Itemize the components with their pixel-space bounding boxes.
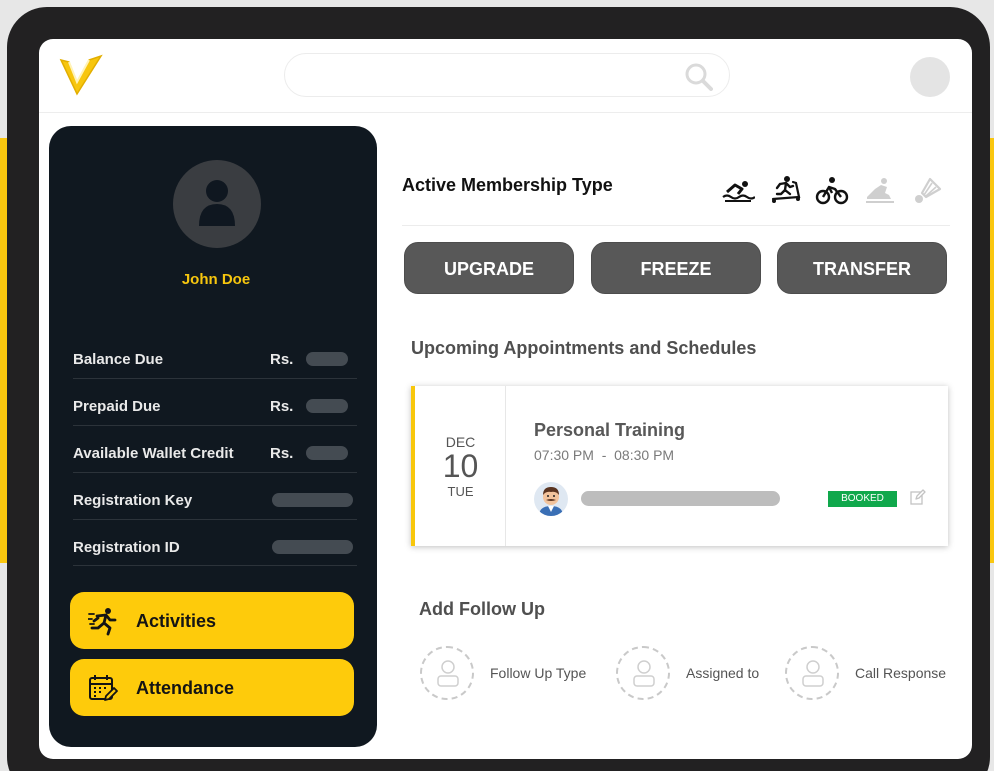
value-placeholder: [306, 352, 348, 366]
appointments-title: Upcoming Appointments and Schedules: [411, 338, 757, 358]
membership-title: Active Membership Type: [402, 175, 613, 195]
value-placeholder: [272, 493, 353, 507]
search-icon[interactable]: [685, 63, 713, 91]
balance-due-row: Balance Due Rs.: [73, 332, 357, 379]
value-placeholder: [306, 446, 348, 460]
tablet-frame: John Doe Balance Due Rs. Prepaid Due Rs.…: [7, 7, 990, 771]
value-placeholder: [306, 399, 348, 413]
swimming-icon[interactable]: [721, 175, 755, 205]
trainer-face-icon: [539, 487, 563, 516]
attendance-label: Attendance: [136, 678, 235, 698]
status-badge: BOOKED: [828, 491, 897, 507]
user-avatar[interactable]: [910, 57, 950, 97]
edit-icon[interactable]: [910, 489, 926, 505]
trainer-name-placeholder: [581, 491, 780, 506]
calendar-edit-icon: [89, 675, 118, 701]
treadmill-icon[interactable]: [769, 175, 803, 205]
appointment-date: DEC 10 TUE: [415, 386, 506, 546]
prepaid-due-row: Prepaid Due Rs.: [73, 379, 357, 426]
brand-logo[interactable]: [59, 52, 103, 98]
date-day: 10: [442, 448, 479, 484]
row-label: Available Wallet Credit: [73, 445, 234, 462]
call-response-label: Call Response: [855, 665, 947, 681]
currency-label: Rs.: [270, 398, 294, 415]
transfer-button[interactable]: TRANSFER: [777, 242, 947, 294]
person-icon: [437, 660, 459, 687]
trainer-avatar[interactable]: [534, 482, 568, 516]
skating-icon[interactable]: [863, 175, 897, 205]
followup-type-label: Follow Up Type: [490, 665, 587, 681]
currency-label: Rs.: [270, 445, 294, 462]
followup-type-avatar: [420, 646, 474, 700]
registration-key-row: Registration Key: [73, 473, 357, 520]
attendance-button[interactable]: Attendance: [70, 659, 354, 716]
wallet-credit-row: Available Wallet Credit Rs.: [73, 426, 357, 473]
activities-button[interactable]: Activities: [70, 592, 354, 649]
call-response-avatar: [785, 646, 839, 700]
appointment-title: Personal Training: [534, 420, 686, 440]
row-label: Balance Due: [73, 351, 164, 368]
badminton-icon[interactable]: [910, 175, 944, 205]
profile-name: John Doe: [181, 271, 251, 288]
followup-title: Add Follow Up: [419, 599, 545, 619]
person-icon: [633, 660, 655, 687]
cycling-icon[interactable]: [815, 175, 849, 205]
row-label: Registration ID: [73, 539, 180, 556]
appointment-card[interactable]: DEC 10 TUE Personal Training 07:30 PM - …: [411, 386, 948, 546]
row-label: Registration Key: [73, 492, 193, 509]
profile-avatar[interactable]: [173, 160, 261, 248]
running-icon: [88, 608, 117, 636]
registration-id-row: Registration ID: [73, 520, 357, 566]
assigned-to-label: Assigned to: [686, 665, 760, 681]
person-icon: [802, 660, 824, 687]
profile-sidebar: John Doe Balance Due Rs. Prepaid Due Rs.…: [49, 126, 377, 747]
app-screen: John Doe Balance Due Rs. Prepaid Due Rs.…: [39, 39, 972, 759]
search-bar[interactable]: [284, 53, 730, 97]
search-input[interactable]: [303, 64, 663, 86]
activities-label: Activities: [136, 611, 217, 631]
value-placeholder: [272, 540, 353, 554]
freeze-button[interactable]: FREEZE: [591, 242, 761, 294]
divider: [402, 225, 950, 226]
row-label: Prepaid Due: [73, 398, 161, 415]
top-bar: [39, 39, 972, 113]
user-icon: [199, 180, 235, 226]
currency-label: Rs.: [270, 351, 294, 368]
appointment-time: 07:30 PM - 08:30 PM: [534, 447, 675, 463]
upgrade-button[interactable]: UPGRADE: [404, 242, 574, 294]
date-weekday: TUE: [447, 484, 474, 499]
assigned-to-avatar: [616, 646, 670, 700]
